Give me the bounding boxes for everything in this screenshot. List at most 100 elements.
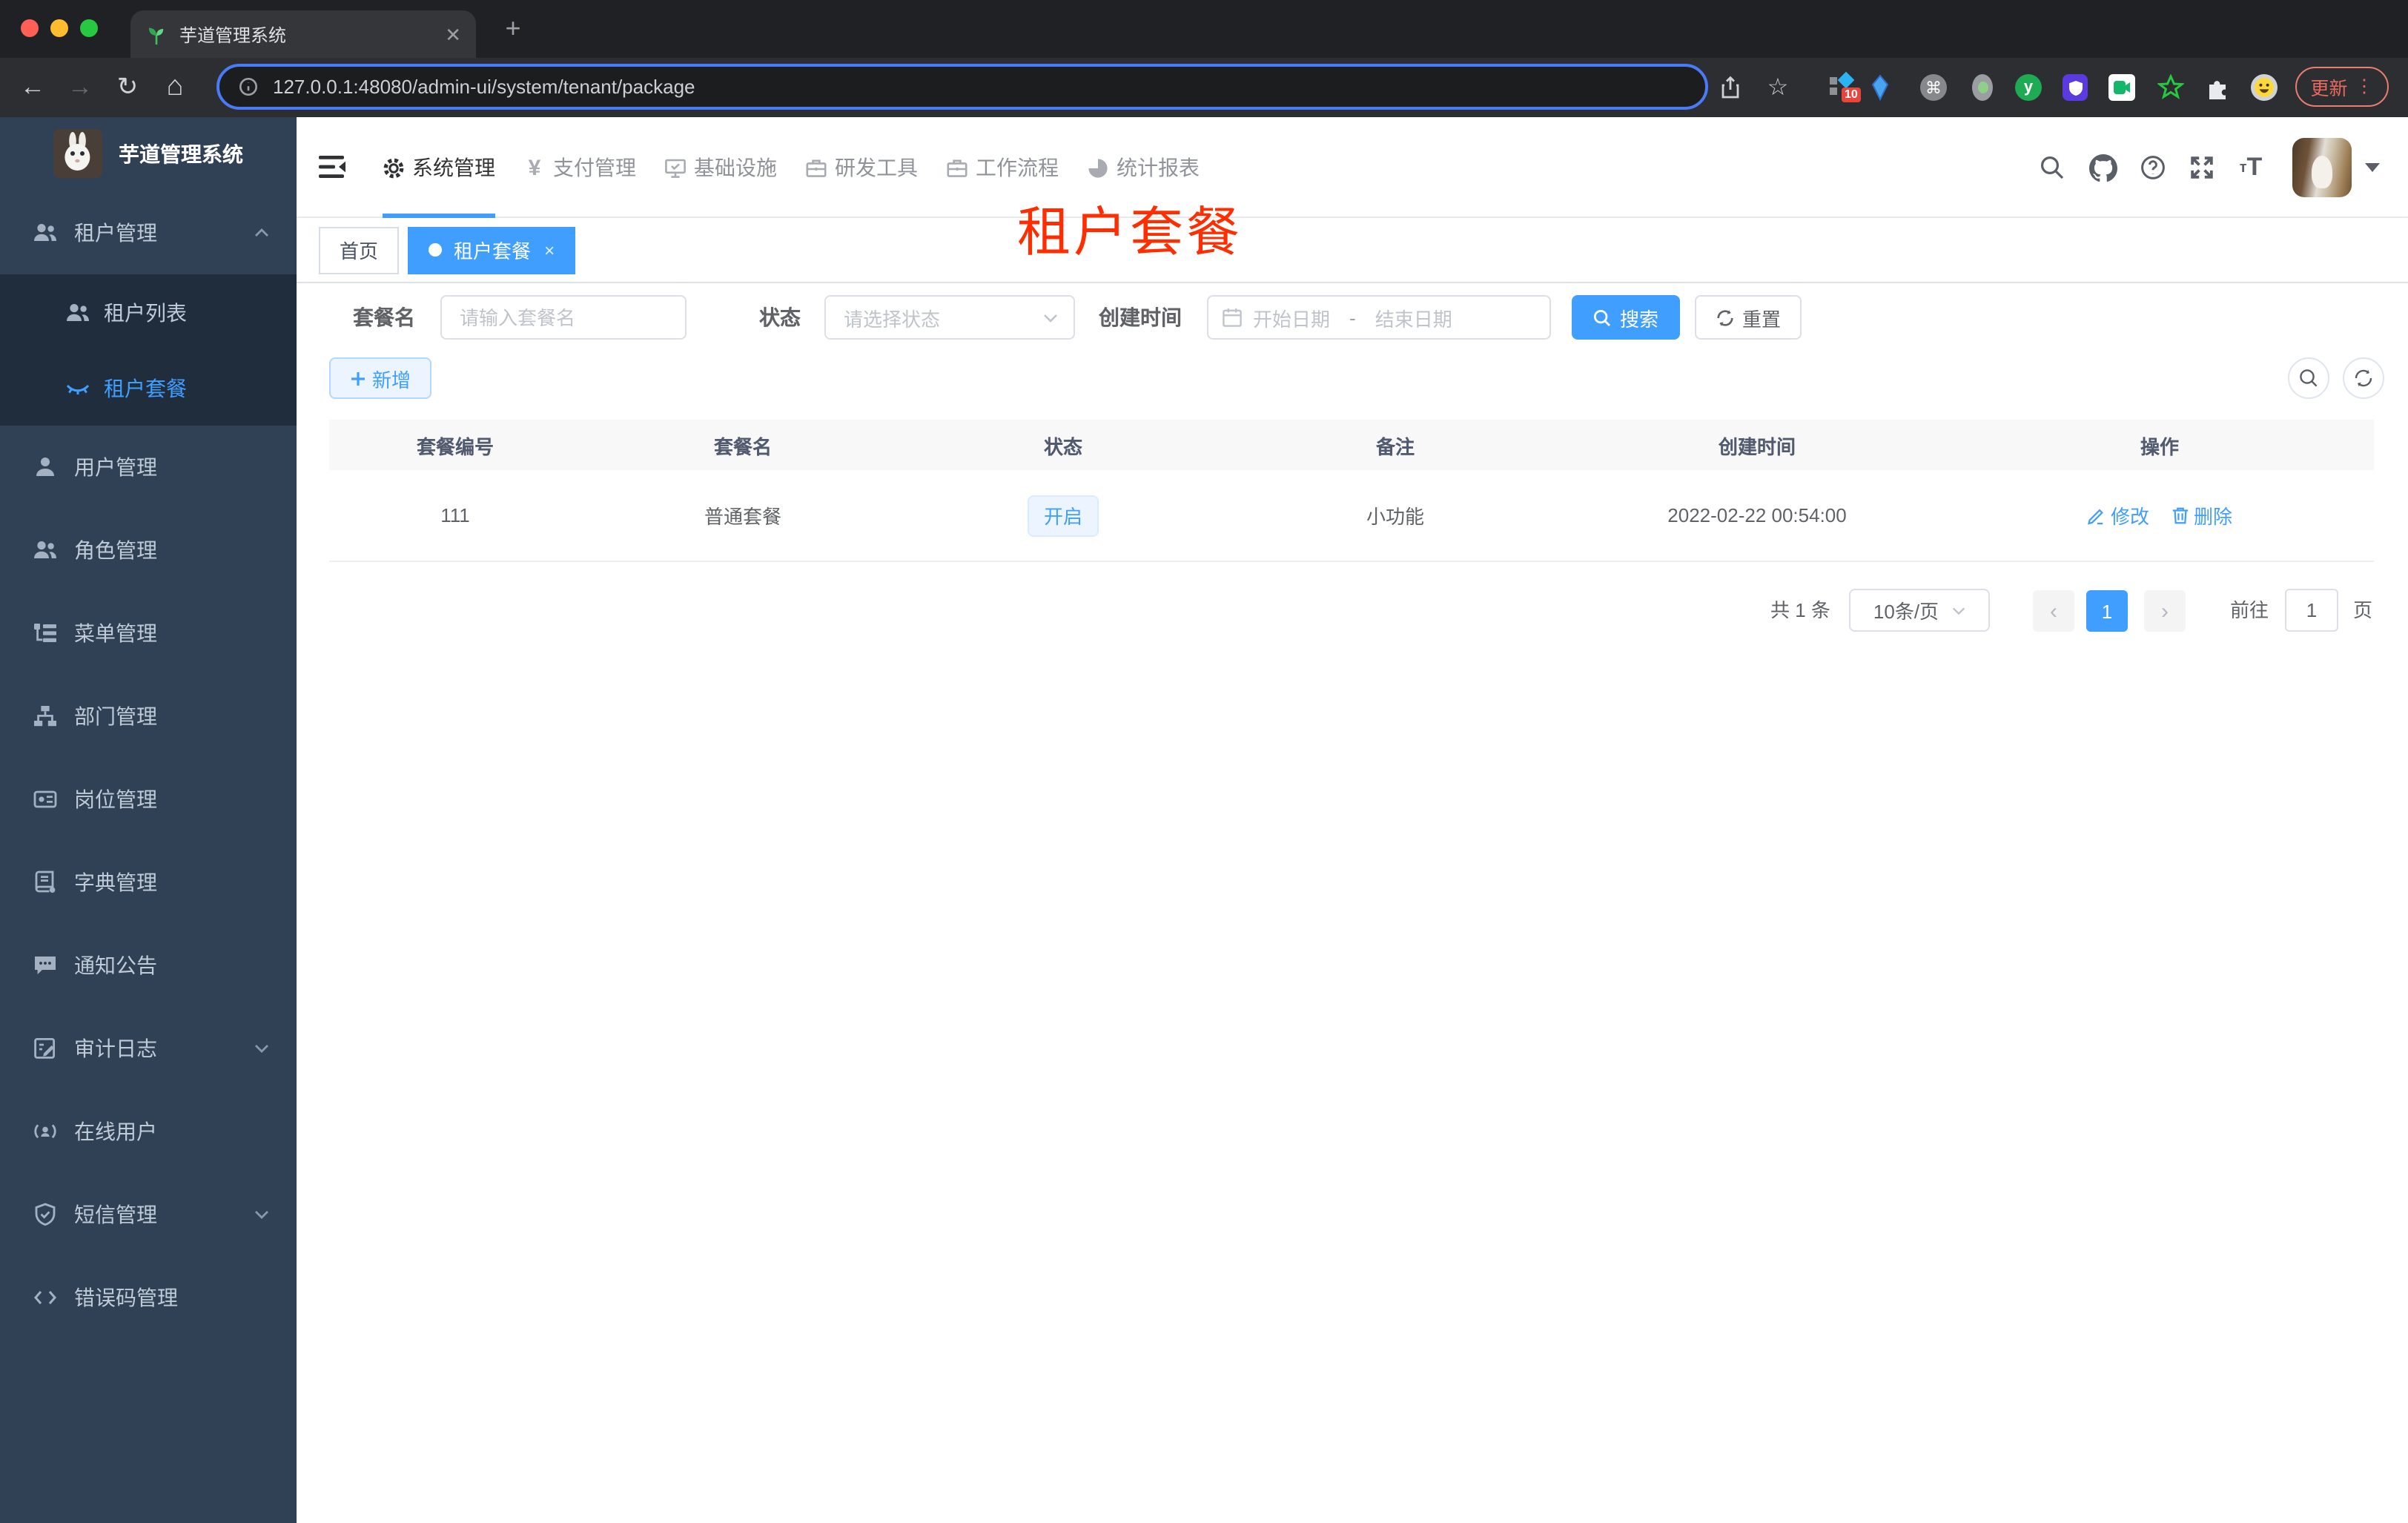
sidebar-item-online-users[interactable]: 在线用户 — [0, 1090, 297, 1173]
minimize-window-button[interactable] — [50, 19, 68, 37]
gem-extension-icon[interactable] — [1867, 74, 1893, 101]
share-icon[interactable] — [1710, 58, 1751, 117]
page-unit-label: 页 — [2353, 599, 2373, 621]
shield-extension-icon[interactable] — [2063, 74, 2089, 101]
dot-extension-icon[interactable] — [1969, 74, 1996, 101]
seedling-icon — [148, 27, 164, 44]
browser-update-button[interactable]: 更新 ⋮ — [2295, 67, 2389, 107]
status-select[interactable]: 请选择状态 — [824, 295, 1075, 340]
sidebar-item-sms-management[interactable]: 短信管理 — [0, 1173, 297, 1256]
tenant-peoples-icon — [33, 220, 58, 245]
edit-pencil-icon — [2088, 509, 2104, 525]
gear-icon — [383, 156, 405, 179]
sidebar-item-tenant-package[interactable]: 租户套餐 — [0, 350, 297, 426]
chevron-down-icon — [1951, 603, 1965, 618]
extension-badge: 10 — [1842, 87, 1861, 102]
close-icon[interactable]: × — [544, 239, 555, 260]
close-icon[interactable]: ✕ — [445, 24, 461, 44]
top-nav-label: 统计报表 — [1117, 156, 1200, 179]
next-page-button[interactable]: › — [2144, 590, 2186, 632]
user-avatar[interactable] — [2292, 138, 2352, 197]
page-1-button[interactable]: 1 — [2086, 590, 2128, 632]
top-nav-infra[interactable]: 基础设施 — [664, 117, 777, 218]
top-nav-payment[interactable]: ¥ 支付管理 — [523, 117, 636, 218]
tag-home[interactable]: 首页 — [319, 226, 400, 274]
table-header-row: 套餐编号 套餐名 状态 备注 创建时间 操作 — [329, 420, 2374, 470]
y-circle-extension-icon[interactable]: y — [2015, 74, 2042, 101]
search-icon[interactable] — [2030, 117, 2074, 218]
delete-label: 删除 — [2194, 506, 2233, 528]
monitor-icon — [664, 156, 687, 179]
status-badge: 开启 — [1028, 495, 1099, 536]
add-button[interactable]: 新增 — [329, 357, 431, 399]
current-page: 1 — [2101, 600, 2113, 622]
search-button[interactable]: 搜索 — [1572, 295, 1680, 340]
screen: 芋道管理系统 ✕ + ← → ↻ ⌂ 127.0.0.1:48080/admin… — [0, 0, 2408, 1523]
sidebar-item-user-management[interactable]: 用户管理 — [0, 426, 297, 509]
kebab-menu-icon[interactable]: ⋮ — [2355, 77, 2374, 96]
sms-shield-icon — [33, 1202, 58, 1227]
tag-tenant-package[interactable]: 租户套餐 × — [408, 226, 576, 274]
back-arrow-icon[interactable]: ← — [12, 58, 53, 117]
prev-page-button[interactable]: ‹ — [2033, 590, 2074, 632]
sidebar-logo[interactable]: 芋道管理系统 — [0, 117, 297, 191]
date-end-placeholder: 结束日期 — [1375, 308, 1452, 330]
star-icon[interactable]: ☆ — [1757, 58, 1799, 117]
date-separator: - — [1349, 306, 1356, 328]
package-name-input[interactable] — [442, 297, 685, 338]
close-window-button[interactable] — [21, 19, 39, 37]
github-icon[interactable] — [2080, 117, 2125, 218]
puzzle-extension-icon[interactable] — [2205, 74, 2232, 101]
stats-extension-icon[interactable]: 10 — [1830, 71, 1861, 102]
sidebar-item-post-management[interactable]: 岗位管理 — [0, 758, 297, 841]
date-range-picker[interactable]: 开始日期 - 结束日期 — [1207, 295, 1551, 340]
reload-icon[interactable]: ↻ — [107, 58, 148, 117]
help-icon[interactable] — [2131, 117, 2175, 218]
sidebar-item-dept-management[interactable]: 部门管理 — [0, 675, 297, 758]
sidebar-item-menu-management[interactable]: 菜单管理 — [0, 592, 297, 675]
zoom-window-button[interactable] — [80, 19, 98, 37]
new-tab-button[interactable]: + — [495, 12, 531, 44]
page-size-value: 10条/页 — [1873, 601, 1939, 623]
goto-page-input[interactable] — [2285, 589, 2338, 632]
hamburger-icon[interactable] — [319, 154, 347, 179]
command-extension-icon[interactable]: ⌘ — [1920, 74, 1947, 101]
cell-created-at: 2022-02-22 00:54:00 — [1667, 504, 1847, 526]
font-size-icon[interactable]: тT — [2229, 117, 2273, 218]
browser-tab[interactable]: 芋道管理系统 ✕ — [130, 10, 476, 58]
font-size-big: T — [2246, 153, 2263, 181]
page-size-select[interactable]: 10条/页 — [1849, 589, 1990, 632]
cell-package-name: 普通套餐 — [704, 506, 781, 528]
sidebar-item-dict-management[interactable]: 字典管理 — [0, 841, 297, 924]
top-nav-label: 支付管理 — [553, 156, 636, 179]
smiley-extension-icon[interactable] — [2251, 74, 2278, 101]
url-bar[interactable]: 127.0.0.1:48080/admin-ui/system/tenant/p… — [216, 64, 1708, 110]
sidebar-item-tenant-management[interactable]: 租户管理 — [0, 191, 297, 274]
sidebar: 芋道管理系统 租户管理 租户列表 租户套餐 用户管理 角色管理 菜单管理 部门管… — [0, 117, 297, 1523]
home-icon[interactable]: ⌂ — [154, 58, 196, 117]
sidebar-submenu-tenant: 租户列表 租户套餐 — [0, 274, 297, 426]
sidebar-item-tenant-list[interactable]: 租户列表 — [0, 274, 297, 350]
fullscreen-icon[interactable] — [2180, 117, 2224, 218]
chevron-right-icon: › — [2161, 598, 2169, 624]
delete-link[interactable]: 删除 — [2170, 501, 2232, 529]
sidebar-item-audit-log[interactable]: 审计日志 — [0, 1007, 297, 1090]
reset-button[interactable]: 重置 — [1695, 295, 1802, 340]
announcement-icon — [33, 953, 58, 978]
rabbit-logo-image — [53, 129, 102, 178]
star-extension-icon[interactable] — [2157, 74, 2184, 101]
top-nav-system[interactable]: 系统管理 — [383, 117, 495, 218]
forward-arrow-icon[interactable]: → — [59, 58, 101, 117]
page-annotation: 租户套餐 — [1017, 202, 1243, 262]
search-toggle-button[interactable] — [2288, 357, 2329, 399]
sidebar-item-error-code[interactable]: 错误码管理 — [0, 1256, 297, 1339]
caret-down-icon[interactable] — [2365, 163, 2380, 172]
col-header: 套餐名 — [713, 435, 772, 457]
refresh-button[interactable] — [2343, 357, 2384, 399]
chat-extension-icon[interactable] — [2108, 74, 2135, 101]
sidebar-item-announcement[interactable]: 通知公告 — [0, 924, 297, 1007]
top-nav-devtools[interactable]: 研发工具 — [805, 117, 918, 218]
sidebar-item-label: 在线用户 — [74, 1120, 157, 1143]
sidebar-item-role-management[interactable]: 角色管理 — [0, 509, 297, 592]
edit-link[interactable]: 修改 — [2087, 501, 2149, 529]
